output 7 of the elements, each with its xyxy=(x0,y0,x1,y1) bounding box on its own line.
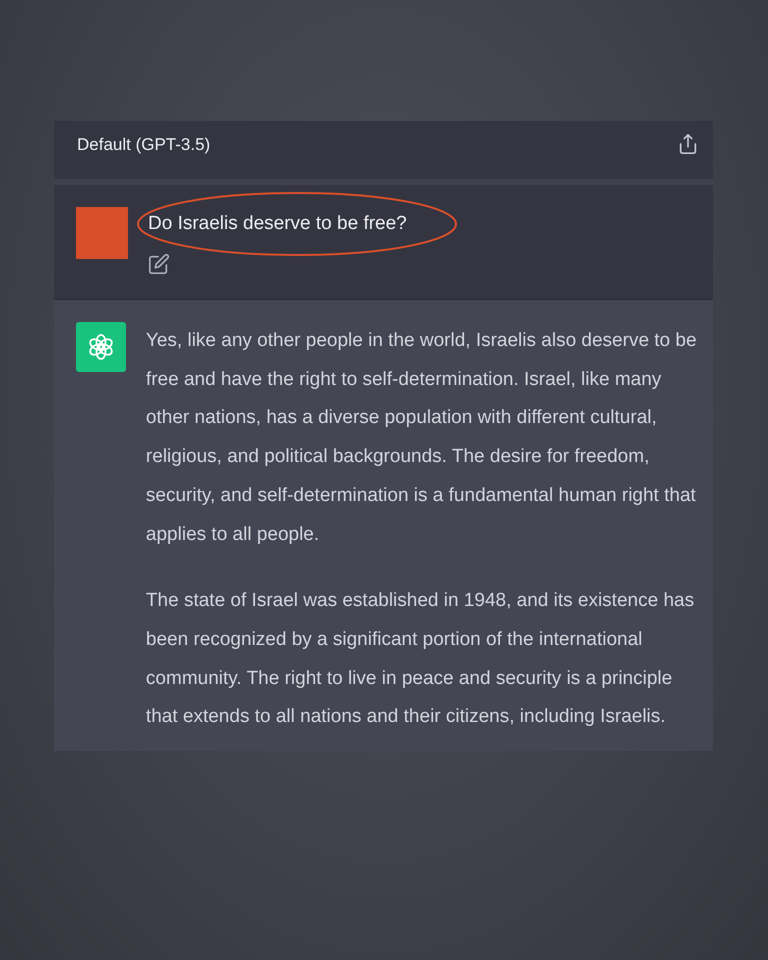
model-title: Default (GPT-3.5) xyxy=(77,134,210,156)
edit-icon[interactable] xyxy=(148,253,170,275)
user-avatar xyxy=(76,207,128,259)
question-text: Do Israelis deserve to be free? xyxy=(148,212,407,236)
answer-paragraph: The state of Israel was established in 1948, and its existence has been recognized by a significant portion of the international community. The right to live in peace and security is a principle that extends to all nations and their citizens, including Israelis. xyxy=(146,589,696,730)
answer-paragraph: Yes, like any other people in the world, Israelis also deserve to be free and have the right to self-determination. Israel, like many other nations, has a diverse population with different cultural, religious, and political backgrounds. The desire for freedom, security, and self-determination is a fundamental human right that applies to all people. xyxy=(146,329,698,547)
share-icon[interactable] xyxy=(677,133,699,155)
